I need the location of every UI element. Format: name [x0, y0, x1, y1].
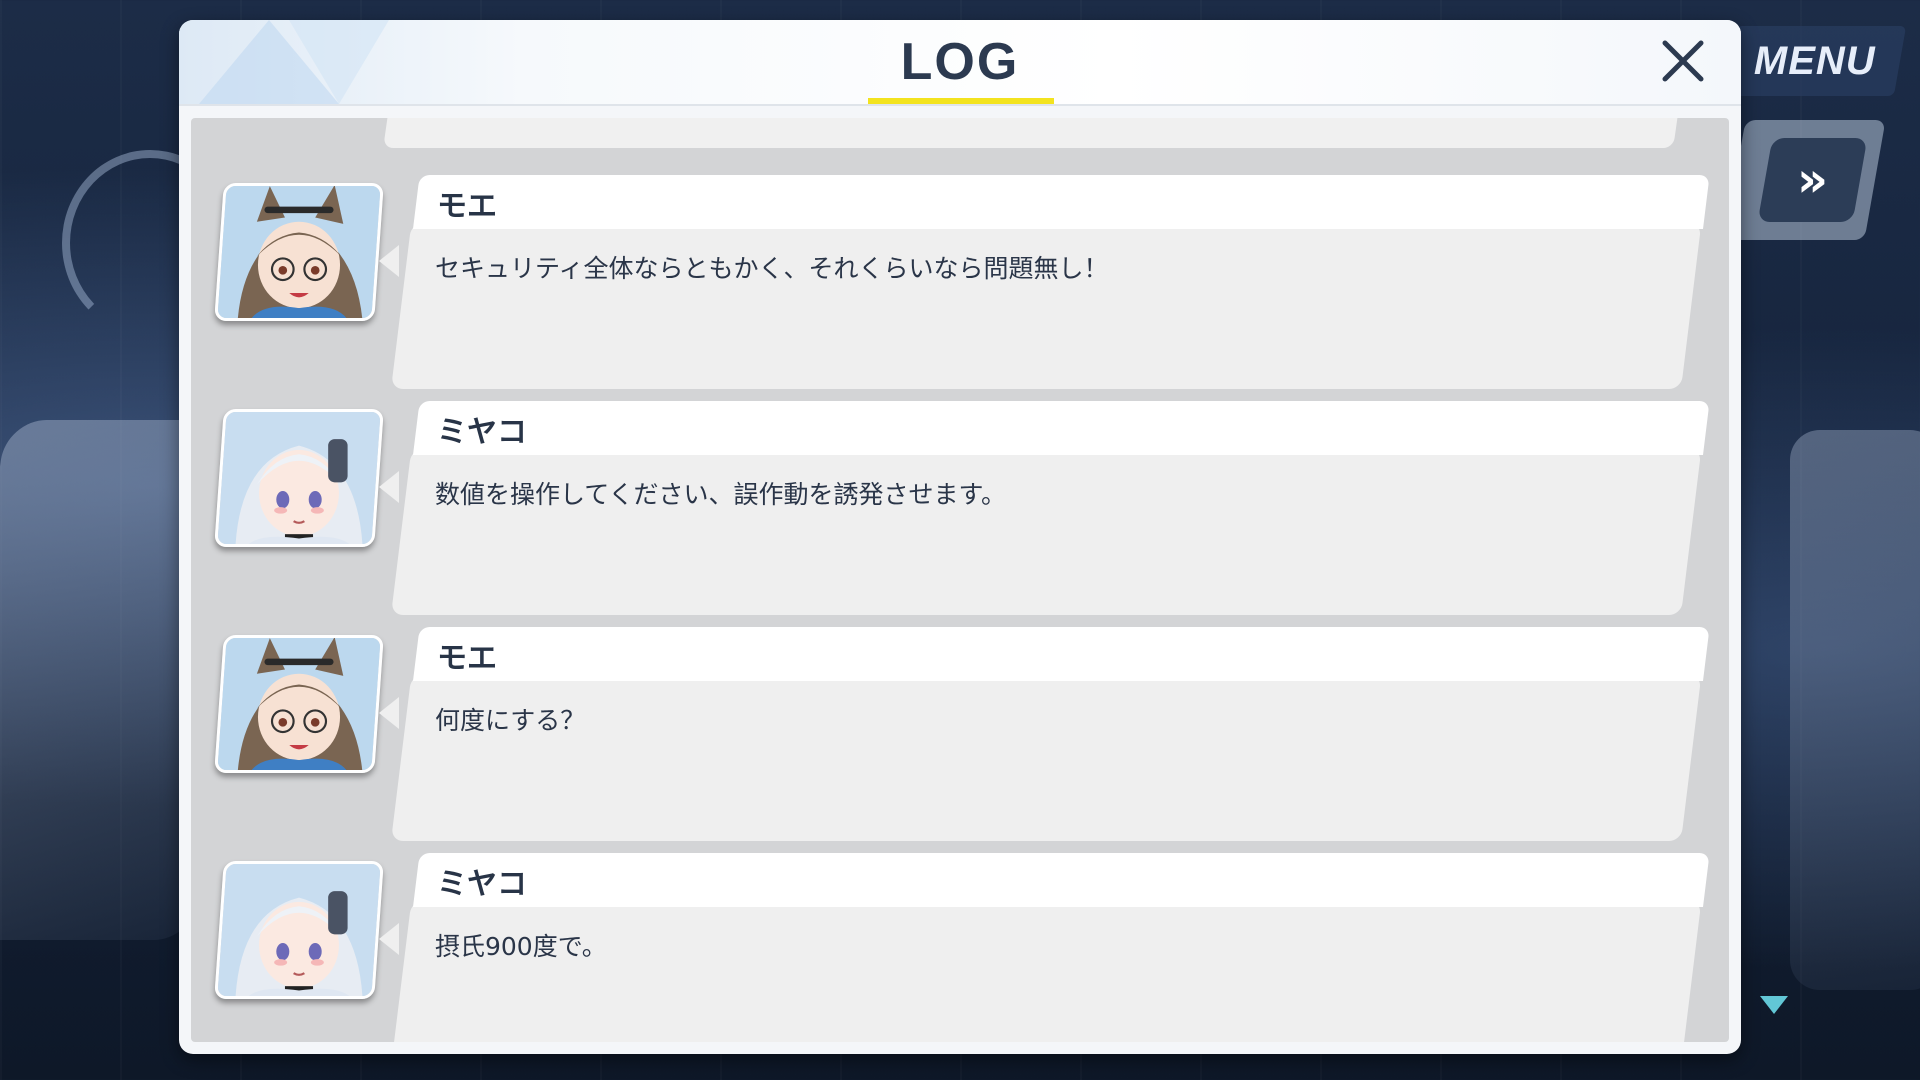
bubble-pointer	[379, 471, 399, 503]
log-dialog: LOG モエ セキュリティ全体ならともかく、それくらいなら問題無し！ ミヤコ 数…	[179, 20, 1741, 1054]
speaker-name-bar	[413, 627, 1710, 681]
log-entry: ミヤコ 摂氏900度で。	[191, 853, 1729, 1042]
dialogue-text: 何度にする？	[435, 706, 586, 735]
speaker-name-bar	[413, 853, 1710, 907]
log-entry: モエ セキュリティ全体ならともかく、それくらいなら問題無し！	[191, 175, 1729, 389]
portrait-moe	[214, 183, 384, 321]
log-entry: モエ 何度にする？	[191, 627, 1729, 841]
close-icon	[1662, 40, 1704, 82]
previous-entry-bubble	[383, 118, 1679, 148]
speaker-name: モエ	[437, 641, 497, 676]
close-button[interactable]	[1652, 30, 1714, 92]
speaker-name-bar	[413, 401, 1710, 455]
title-underline	[868, 98, 1054, 104]
dialogue-text: 数値を操作してください、誤作動を誘発させます。	[435, 480, 1007, 509]
advance-arrow-icon[interactable]	[1760, 996, 1788, 1014]
fast-forward-button[interactable]: »	[1757, 138, 1868, 222]
speaker-name: ミヤコ	[437, 867, 527, 902]
speech-bubble	[391, 223, 1702, 389]
speaker-name: ミヤコ	[437, 415, 527, 450]
dialogue-text: セキュリティ全体ならともかく、それくらいなら問題無し！	[435, 254, 1109, 283]
speaker-name-bar	[413, 175, 1710, 229]
speaker-name: モエ	[437, 189, 497, 224]
bubble-pointer	[379, 923, 399, 955]
speech-bubble	[391, 901, 1702, 1042]
speech-bubble	[391, 675, 1702, 841]
double-chevron-right-icon: »	[1796, 152, 1828, 208]
portrait-miyako	[214, 861, 384, 999]
dialogue-text: 摂氏900度で。	[435, 932, 607, 961]
bubble-pointer	[379, 697, 399, 729]
menu-button[interactable]: MENU	[1723, 26, 1907, 96]
log-list[interactable]: モエ セキュリティ全体ならともかく、それくらいなら問題無し！ ミヤコ 数値を操作…	[191, 118, 1729, 1042]
portrait-moe	[214, 635, 384, 773]
log-header: LOG	[179, 20, 1741, 106]
portrait-miyako	[214, 409, 384, 547]
bubble-pointer	[379, 245, 399, 277]
speech-bubble	[391, 449, 1702, 615]
background-character-right	[1790, 430, 1920, 990]
log-title: LOG	[900, 33, 1020, 91]
menu-button-label: MENU	[1754, 38, 1876, 83]
log-entry: ミヤコ 数値を操作してください、誤作動を誘発させます。	[191, 401, 1729, 615]
